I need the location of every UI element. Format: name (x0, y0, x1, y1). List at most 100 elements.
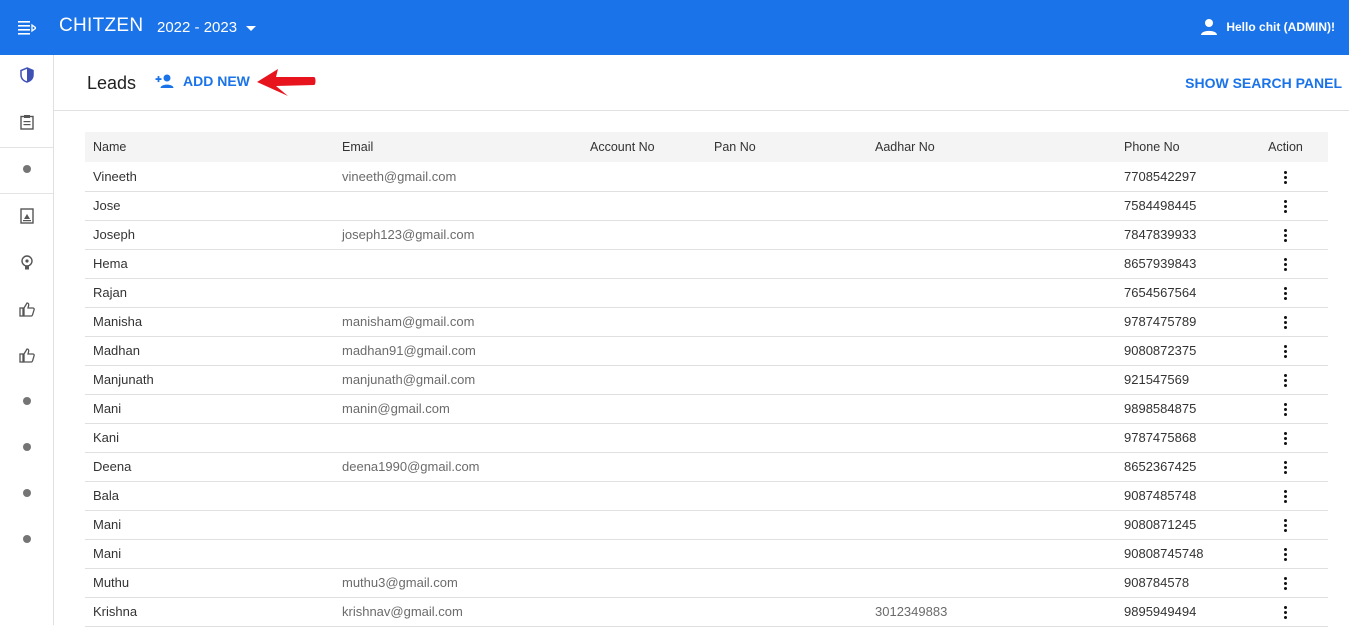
cell-email (334, 191, 582, 221)
more-options-icon[interactable] (1284, 287, 1287, 301)
column-header-phone-no[interactable]: Phone No (1116, 132, 1243, 162)
cell-action (1243, 191, 1328, 221)
table-header-row: Name Email Account No Pan No Aadhar No P… (85, 132, 1328, 162)
cell-phone: 9087485748 (1116, 481, 1243, 511)
cell-phone: 9898584875 (1116, 394, 1243, 424)
cell-aadhar (867, 510, 1116, 540)
sidebar-item-shield[interactable] (0, 55, 53, 95)
sidebar-item-thumbs-up[interactable] (0, 289, 53, 329)
cell-pan (706, 249, 867, 279)
more-options-icon[interactable] (1284, 490, 1287, 504)
table-row[interactable]: Mani 9080871245 (85, 510, 1328, 540)
cell-phone: 7708542297 (1116, 162, 1243, 192)
thumbs-up-icon (18, 347, 35, 363)
table-row[interactable]: Mani manin@gmail.com 9898584875 (85, 394, 1328, 424)
clipboard-icon (19, 115, 34, 130)
more-options-icon[interactable] (1284, 461, 1287, 475)
column-header-name[interactable]: Name (85, 132, 334, 162)
cell-action (1243, 394, 1328, 424)
cell-aadhar (867, 307, 1116, 337)
sidebar-item-thumbs-up-2[interactable] (0, 335, 53, 375)
more-options-icon[interactable] (1284, 606, 1287, 620)
more-options-icon[interactable] (1284, 229, 1287, 243)
table-row[interactable]: Rajan 7654567564 (85, 278, 1328, 308)
more-options-icon[interactable] (1284, 170, 1287, 184)
sidebar-item-portrait[interactable] (0, 196, 53, 236)
more-options-icon[interactable] (1284, 316, 1287, 330)
menu-toggle-button[interactable] (0, 0, 53, 55)
more-options-icon[interactable] (1284, 374, 1287, 388)
column-header-aadhar-no[interactable]: Aadhar No (867, 132, 1116, 162)
cell-name: Mani (85, 510, 334, 540)
table-row[interactable]: Deena deena1990@gmail.com 8652367425 (85, 452, 1328, 482)
more-options-icon[interactable] (1284, 258, 1287, 272)
column-header-pan-no[interactable]: Pan No (706, 132, 867, 162)
cell-email (334, 510, 582, 540)
sidebar-item-lightbulb[interactable] (0, 243, 53, 283)
column-header-email[interactable]: Email (334, 132, 582, 162)
cell-pan (706, 191, 867, 221)
cell-aadhar (867, 394, 1116, 424)
cell-name: Deena (85, 452, 334, 482)
more-options-icon[interactable] (1284, 200, 1287, 214)
cell-email (334, 249, 582, 279)
table-row[interactable]: Manjunath manjunath@gmail.com 921547569 (85, 365, 1328, 395)
table-row[interactable]: Hema 8657939843 (85, 249, 1328, 279)
table-row[interactable]: Vineeth vineeth@gmail.com 7708542297 (85, 162, 1328, 192)
table-row[interactable]: Bala 9087485748 (85, 481, 1328, 511)
add-new-button[interactable]: ADD NEW (155, 73, 250, 89)
cell-action (1243, 365, 1328, 395)
more-options-icon[interactable] (1284, 519, 1287, 533)
dot-icon (22, 489, 31, 497)
more-options-icon[interactable] (1284, 403, 1287, 417)
cell-name: Mani (85, 539, 334, 569)
table-row[interactable]: Muthu muthu3@gmail.com 908784578 (85, 568, 1328, 598)
cell-account (582, 510, 706, 540)
year-selector[interactable]: 2022 - 2023 (157, 19, 257, 36)
cell-phone: 7654567564 (1116, 278, 1243, 308)
sidebar-item-dot[interactable] (0, 149, 53, 189)
cell-email: manisham@gmail.com (334, 307, 582, 337)
table-row[interactable]: Joseph joseph123@gmail.com 7847839933 (85, 220, 1328, 250)
cell-pan (706, 162, 867, 192)
cell-action (1243, 539, 1328, 569)
table-row[interactable]: Mani 90808745748 (85, 539, 1328, 569)
sidebar-item-dot-5[interactable] (0, 519, 53, 559)
dot-icon (22, 535, 31, 543)
sidebar-item-clipboard[interactable] (0, 102, 53, 142)
table-row[interactable]: Kani 9787475868 (85, 423, 1328, 453)
table-row[interactable]: Jose 7584498445 (85, 191, 1328, 221)
cell-aadhar (867, 220, 1116, 250)
table-row[interactable]: Madhan madhan91@gmail.com 9080872375 (85, 336, 1328, 366)
cell-pan (706, 336, 867, 366)
top-app-bar: CHITZEN 2022 - 2023 Hello chit (ADMIN)! (0, 0, 1349, 55)
cell-pan (706, 452, 867, 482)
more-options-icon[interactable] (1284, 432, 1287, 446)
table-row[interactable]: Krishna krishnav@gmail.com 3012349883 98959… (85, 597, 1328, 627)
thumbs-up-icon (18, 301, 35, 317)
cell-aadhar (867, 481, 1116, 511)
cell-action (1243, 220, 1328, 250)
cell-phone: 921547569 (1116, 365, 1243, 395)
user-menu[interactable]: Hello chit (ADMIN)! (1200, 18, 1335, 36)
more-options-icon[interactable] (1284, 345, 1287, 359)
sidebar-item-dot-2[interactable] (0, 381, 53, 421)
cell-account (582, 481, 706, 511)
cell-phone: 7847839933 (1116, 220, 1243, 250)
cell-account (582, 452, 706, 482)
sidebar-item-dot-4[interactable] (0, 473, 53, 513)
portrait-icon (19, 208, 34, 224)
more-options-icon[interactable] (1284, 577, 1287, 591)
dot-icon (22, 397, 31, 405)
table-row[interactable]: Manisha manisham@gmail.com 9787475789 (85, 307, 1328, 337)
show-search-panel-button[interactable]: SHOW SEARCH PANEL (1185, 75, 1342, 91)
cell-pan (706, 568, 867, 598)
more-options-icon[interactable] (1284, 548, 1287, 562)
column-header-account-no[interactable]: Account No (582, 132, 706, 162)
leads-table: Name Email Account No Pan No Aadhar No P… (85, 132, 1328, 627)
cell-aadhar: 3012349883 (867, 597, 1116, 627)
cell-email (334, 423, 582, 453)
sidebar-item-dot-3[interactable] (0, 427, 53, 467)
cell-phone: 90808745748 (1116, 539, 1243, 569)
cell-action (1243, 568, 1328, 598)
